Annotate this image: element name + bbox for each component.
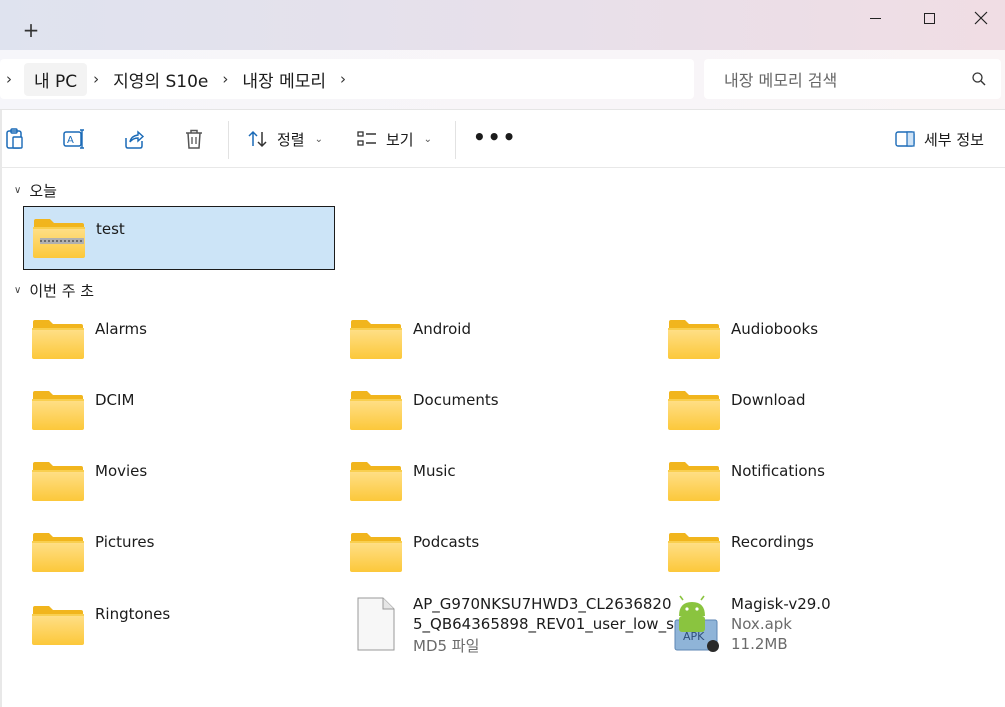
folder-name: Pictures: [95, 533, 155, 551]
file-item-magisk-apk[interactable]: APK Magisk-v29.0 Nox.apk 11.2MB: [659, 592, 971, 662]
file-view: ∨ 오늘 test ∨ 이번 주 초 Alarms Android Audiob…: [0, 168, 1005, 707]
file-name: test: [96, 220, 125, 238]
breadcrumb-chevron-icon[interactable]: ›: [216, 70, 234, 88]
group-header-this-week[interactable]: ∨ 이번 주 초: [14, 280, 94, 301]
folder-name: Documents: [413, 391, 499, 409]
breadcrumb-root-chevron-icon[interactable]: ›: [0, 70, 18, 88]
view-label: 보기: [386, 130, 414, 149]
close-icon: [974, 11, 988, 25]
folder-name: Download: [731, 391, 806, 409]
folder-item-recordings[interactable]: Recordings: [659, 521, 971, 585]
command-bar: A 정렬 ⌄ 보기 ⌄ ••• 세부 정보: [0, 111, 1005, 168]
breadcrumb-chevron-icon[interactable]: ›: [334, 70, 352, 88]
folder-item-movies[interactable]: Movies: [23, 450, 335, 514]
folder-item-dcim[interactable]: DCIM: [23, 379, 335, 443]
folder-item-notifications[interactable]: Notifications: [659, 450, 971, 514]
details-pane-button[interactable]: 세부 정보: [894, 125, 984, 153]
group-header-today[interactable]: ∨ 오늘: [14, 180, 57, 201]
address-row: › 내 PC › 지영의 S10e › 내장 메모리 › 내장 메모리 검색: [0, 50, 1005, 110]
folder-item-documents[interactable]: Documents: [341, 379, 653, 443]
folder-icon: [349, 389, 403, 431]
folder-item-music[interactable]: Music: [341, 450, 653, 514]
folder-icon: [31, 531, 85, 573]
minimize-button[interactable]: [852, 6, 898, 30]
search-placeholder: 내장 메모리 검색: [724, 71, 838, 90]
title-bar: +: [0, 0, 1005, 50]
folder-icon: [349, 531, 403, 573]
search-box[interactable]: 내장 메모리 검색: [704, 59, 1001, 99]
folder-icon: [349, 318, 403, 360]
view-button[interactable]: 보기 ⌄: [356, 125, 432, 153]
file-type: MD5 파일: [413, 637, 480, 655]
group-header-label: 이번 주 초: [29, 282, 95, 300]
file-item-ap-md5[interactable]: AP_G970NKSU7HWD3_CL2636820 5_QB64365898_…: [341, 592, 688, 662]
folder-icon: [667, 531, 721, 573]
details-pane-icon: [895, 131, 915, 147]
folder-name: Alarms: [95, 320, 147, 338]
new-tab-button[interactable]: +: [18, 17, 44, 43]
maximize-icon: [923, 12, 935, 24]
folder-item-podcasts[interactable]: Podcasts: [341, 521, 653, 585]
file-name: Magisk-v29.0: [731, 595, 831, 613]
rename-icon[interactable]: A: [62, 127, 86, 151]
zip-folder-icon: [32, 217, 86, 259]
maximize-button[interactable]: [906, 6, 952, 30]
minimize-icon: [869, 17, 881, 19]
folder-name: Podcasts: [413, 533, 480, 551]
breadcrumb-my-pc[interactable]: 내 PC: [24, 62, 88, 96]
folder-name: Notifications: [731, 462, 825, 480]
file-name-line2: 5_QB64365898_REV01_user_low_s...: [413, 615, 689, 633]
sort-button[interactable]: 정렬 ⌄: [247, 125, 323, 153]
folder-name: Audiobooks: [731, 320, 819, 338]
file-name-line1: AP_G970NKSU7HWD3_CL2636820: [413, 595, 672, 613]
toolbar-separator: [455, 121, 456, 159]
svg-text:A: A: [67, 135, 74, 146]
file-type: Nox.apk: [731, 615, 792, 633]
folder-item-audiobooks[interactable]: Audiobooks: [659, 308, 971, 372]
share-icon[interactable]: [122, 127, 146, 151]
folder-name: DCIM: [95, 391, 135, 409]
sort-icon: [248, 130, 267, 148]
folder-icon: [667, 318, 721, 360]
folder-name: Android: [413, 320, 471, 338]
folder-name: Movies: [95, 462, 148, 480]
chevron-down-icon: ∨: [14, 185, 22, 196]
folder-icon: [667, 460, 721, 502]
details-label: 세부 정보: [924, 130, 984, 149]
chevron-down-icon: ∨: [14, 285, 22, 296]
search-icon[interactable]: [971, 71, 987, 87]
folder-name: Ringtones: [95, 605, 171, 623]
chevron-down-icon: ⌄: [314, 133, 323, 145]
delete-icon[interactable]: [182, 127, 206, 151]
group-header-label: 오늘: [29, 182, 57, 200]
folder-icon: [31, 460, 85, 502]
folder-item-pictures[interactable]: Pictures: [23, 521, 335, 585]
folder-name: Music: [413, 462, 456, 480]
folder-item-alarms[interactable]: Alarms: [23, 308, 335, 372]
more-options-button[interactable]: •••: [473, 125, 517, 149]
folder-icon: [31, 389, 85, 431]
folder-item-ringtones[interactable]: Ringtones: [23, 592, 335, 656]
folder-icon: [667, 389, 721, 431]
folder-icon: [349, 460, 403, 502]
sort-label: 정렬: [277, 130, 305, 149]
file-item-test[interactable]: test: [23, 206, 335, 270]
breadcrumb-chevron-icon[interactable]: ›: [87, 70, 105, 88]
folder-name: Recordings: [731, 533, 814, 551]
folder-icon: [31, 318, 85, 360]
file-size: 11.2MB: [731, 635, 788, 653]
view-icon: [357, 131, 376, 146]
breadcrumb-device[interactable]: 지영의 S10e: [105, 67, 216, 92]
toolbar-separator: [228, 121, 229, 159]
chevron-down-icon: ⌄: [423, 133, 432, 145]
folder-item-android[interactable]: Android: [341, 308, 653, 372]
close-button[interactable]: [958, 6, 1004, 30]
address-bar[interactable]: › 내 PC › 지영의 S10e › 내장 메모리 ›: [0, 59, 694, 99]
folder-icon: [31, 604, 85, 646]
folder-item-download[interactable]: Download: [659, 379, 971, 443]
paste-icon[interactable]: [2, 127, 26, 151]
document-icon: [357, 597, 395, 651]
breadcrumb-internal-storage[interactable]: 내장 메모리: [234, 67, 334, 92]
apk-android-icon: APK: [674, 595, 719, 652]
